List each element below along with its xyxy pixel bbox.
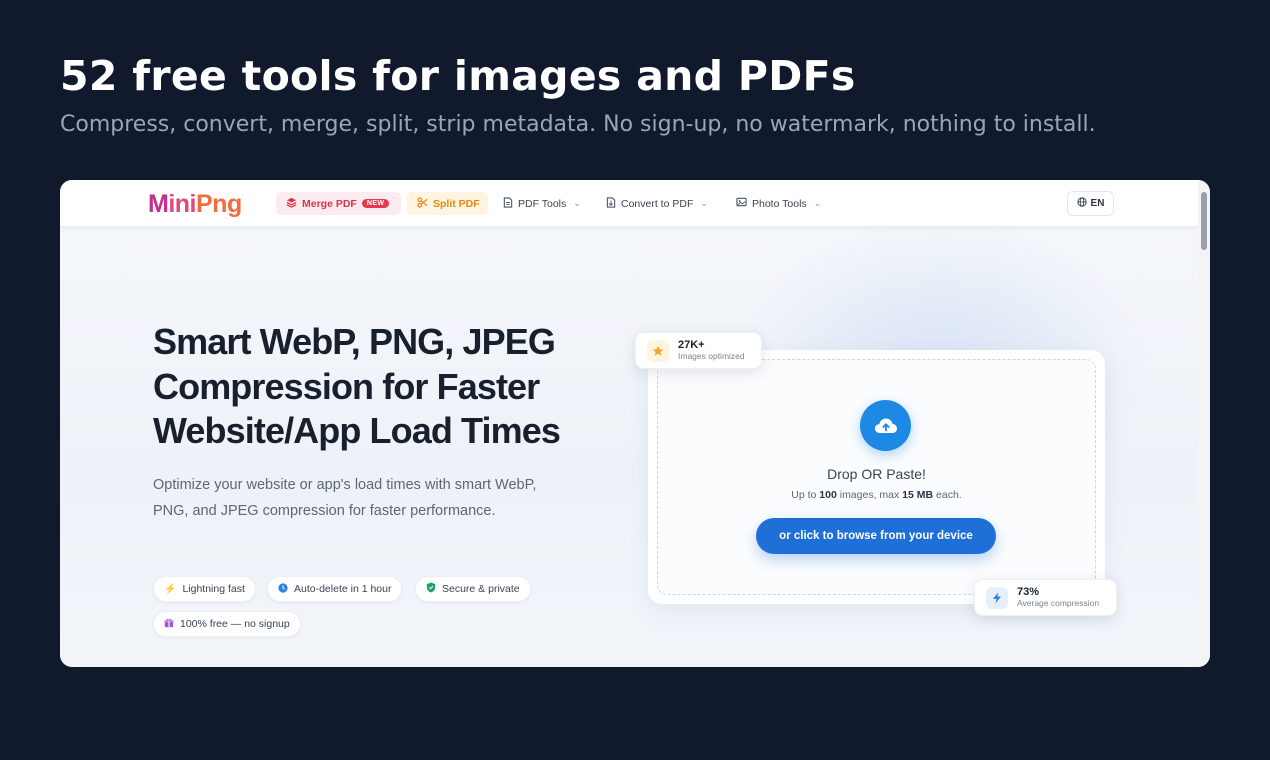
image-icon [736,197,747,210]
bolt-icon [986,586,1008,609]
upload-limits: Up to 100 images, max 15 MB each. [791,489,962,501]
convert-to-pdf-menu[interactable]: Convert to PDF ⌄ [606,192,708,215]
convert-to-pdf-label: Convert to PDF [621,197,694,210]
layers-icon [286,197,297,211]
clock-icon [278,582,288,596]
chevron-down-icon: ⌄ [700,198,708,208]
website-screenshot: MiniPng Merge PDF NEW Split PDF PDF Tool… [60,180,1210,667]
promo-subtitle: Compress, convert, merge, split, strip m… [60,112,1096,137]
feature-chip-lightning: ⚡ Lightning fast [153,576,256,602]
drop-title: Drop OR Paste! [827,466,926,482]
cloud-upload-icon [860,400,911,451]
split-pdf-label: Split PDF [433,197,480,210]
document-icon [503,196,513,211]
upload-dropzone[interactable]: Drop OR Paste! Up to 100 images, max 15 … [648,350,1105,604]
chevron-down-icon: ⌄ [813,198,822,208]
merge-pdf-button[interactable]: Merge PDF NEW [276,192,401,215]
average-compression-label: Average compression [1017,598,1100,608]
gift-icon [164,618,174,631]
scissors-icon [417,196,428,211]
dropzone-dashed-area[interactable]: Drop OR Paste! Up to 100 images, max 15 … [657,359,1096,595]
pdf-tools-menu[interactable]: PDF Tools ⌄ [503,192,581,215]
language-label: EN [1090,198,1105,209]
feature-chip-secure: Secure & private [415,576,531,602]
images-optimized-label: Images optimized [678,351,745,361]
browse-files-button[interactable]: or click to browse from your device [756,518,996,554]
split-pdf-button[interactable]: Split PDF [407,192,488,215]
photo-tools-menu[interactable]: Photo Tools ⌄ [736,192,821,215]
feature-chip-auto-delete: Auto-delete in 1 hour [267,576,403,602]
shield-icon [426,582,436,596]
file-convert-icon [606,196,616,211]
top-navbar: MiniPng Merge PDF NEW Split PDF PDF Tool… [60,180,1198,227]
hero-description: Optimize your website or app's load time… [153,477,537,519]
star-icon [647,339,669,362]
photo-tools-label: Photo Tools [752,197,807,210]
chevron-down-icon: ⌄ [573,198,581,208]
images-optimized-card: 27K+ Images optimized [635,332,762,369]
scrollbar-thumb[interactable] [1201,192,1207,250]
page-scrollbar[interactable] [1198,180,1210,667]
images-optimized-value: 27K+ [678,339,705,351]
promo-title: 52 free tools for images and PDFs [60,52,856,100]
feature-chip-free: 100% free — no signup [153,611,301,637]
globe-icon [1076,197,1087,210]
merge-pdf-label: Merge PDF [302,197,357,210]
lightning-icon: ⚡ [164,583,177,595]
minipng-logo[interactable]: MiniPng [148,190,242,218]
average-compression-card: 73% Average compression [974,579,1117,616]
average-compression-value: 73% [1017,586,1040,598]
new-badge: NEW [361,199,390,208]
hero-title: Smart WebP, PNG, JPEG Compression for Fa… [153,321,561,451]
language-selector[interactable]: EN [1067,191,1114,216]
pdf-tools-label: PDF Tools [518,197,567,210]
